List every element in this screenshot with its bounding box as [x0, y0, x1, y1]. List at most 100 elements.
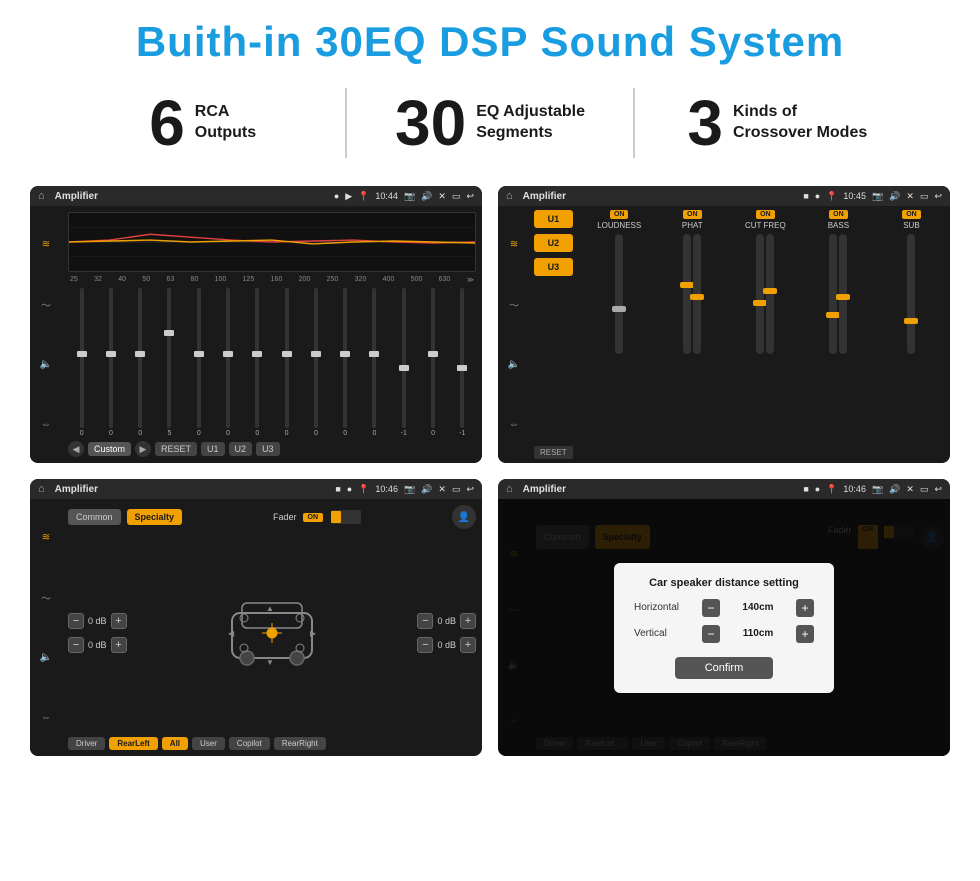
horizontal-plus-button[interactable]: + [796, 599, 814, 617]
specialty-button[interactable]: Specialty [127, 509, 183, 525]
eq-prev-button[interactable]: ◀ [68, 441, 84, 457]
u1-button[interactable]: U1 [534, 210, 573, 228]
vertical-plus-button[interactable]: + [796, 625, 814, 643]
eq-slider-11[interactable]: 0 [361, 288, 388, 437]
fader-db-control-4: − 0 dB + [417, 637, 476, 653]
eq-slider-7[interactable]: 0 [244, 288, 271, 437]
eq-slider-4[interactable]: 5 [156, 288, 183, 437]
amp-sidebar-speaker-icon[interactable]: 🔈 [503, 354, 525, 376]
sub-label: SUB [903, 221, 919, 230]
eq-dot1: ● [334, 191, 339, 201]
svg-text:◀: ◀ [228, 629, 235, 638]
eq-pin-icon: 📍 [358, 191, 369, 202]
fader-home-icon[interactable]: ⌂ [38, 483, 45, 495]
eq-sidebar-speaker-icon[interactable]: 🔈 [35, 354, 57, 376]
fader-db2-minus[interactable]: − [68, 637, 84, 653]
horizontal-minus-button[interactable]: − [702, 599, 720, 617]
amp-sidebar-wave-icon[interactable]: 〜 [503, 293, 525, 315]
dialog-time: 10:46 [843, 484, 866, 494]
u2-button[interactable]: U2 [534, 234, 573, 252]
fader-cam-icon: 📷 [404, 484, 415, 495]
eq-slider-2[interactable]: 0 [97, 288, 124, 437]
dialog-title: Car speaker distance setting [634, 577, 814, 589]
fader-db2-value: 0 dB [88, 640, 107, 650]
stat-rca-text: RCAOutputs [195, 102, 256, 144]
common-button[interactable]: Common [68, 509, 121, 525]
eq-sidebar-expand-icon[interactable]: ⇔ [35, 414, 57, 436]
fader-db1-value: 0 dB [88, 616, 107, 626]
confirm-button[interactable]: Confirm [675, 657, 774, 679]
cutfreq-slider-g[interactable] [766, 234, 774, 354]
phat-slider-f[interactable] [693, 234, 701, 354]
eq-slider-12[interactable]: -1 [390, 288, 417, 437]
fader-db1-plus[interactable]: + [111, 613, 127, 629]
dialog-home-icon[interactable]: ⌂ [506, 483, 513, 495]
amp-screen: ⌂ Amplifier ■ ● 📍 10:45 📷 🔊 ✕ ▭ ↩ ≋ 〜 🔈 … [498, 186, 950, 463]
amp-back-icon[interactable]: ↩ [934, 191, 942, 202]
copilot-button[interactable]: Copilot [229, 737, 270, 750]
eq-sidebar-wave-icon[interactable]: 〜 [35, 293, 57, 315]
eq-slider-5[interactable]: 0 [185, 288, 212, 437]
fader-back-icon[interactable]: ↩ [466, 484, 474, 495]
fader-sidebar-wave-icon[interactable]: 〜 [35, 586, 57, 608]
eq-slider-14[interactable]: -1 [449, 288, 476, 437]
horizontal-label: Horizontal [634, 602, 694, 613]
eq-freq-labels: 2532405063 80100125160200 25032040050063… [68, 276, 476, 284]
eq-back-icon[interactable]: ↩ [466, 191, 474, 202]
cutfreq-slider-f[interactable] [756, 234, 764, 354]
eq-u2-button[interactable]: U2 [229, 442, 253, 456]
eq-slider-6[interactable]: 0 [214, 288, 241, 437]
u-buttons: U1 U2 U3 RESET [534, 210, 573, 459]
bass-slider-g[interactable] [839, 234, 847, 354]
vertical-minus-button[interactable]: − [702, 625, 720, 643]
eq-slider-9[interactable]: 0 [302, 288, 329, 437]
fader-rect-icon: ▭ [452, 484, 461, 495]
fader-db4-minus[interactable]: − [417, 637, 433, 653]
rearright-button[interactable]: RearRight [274, 737, 326, 750]
eq-reset-button[interactable]: RESET [155, 442, 197, 456]
eq-u3-button[interactable]: U3 [256, 442, 280, 456]
amp-sidebar-eq-icon[interactable]: ≋ [503, 233, 525, 255]
eq-slider-8[interactable]: 0 [273, 288, 300, 437]
stat-crossover-number: 3 [687, 91, 723, 155]
eq-app-name: Amplifier [55, 191, 328, 202]
fader-db2-plus[interactable]: + [111, 637, 127, 653]
rearleft-button[interactable]: RearLeft [109, 737, 157, 750]
fader-sidebar-speaker-icon[interactable]: 🔈 [35, 647, 57, 669]
fader-left-controls: − 0 dB + − 0 dB + [68, 613, 127, 653]
fader-db3-minus[interactable]: − [417, 613, 433, 629]
fader-db3-value: 0 dB [437, 616, 456, 626]
eq-slider-10[interactable]: 0 [332, 288, 359, 437]
amp-sidebar-expand-icon[interactable]: ⇔ [503, 414, 525, 436]
eq-next-button[interactable]: ▶ [135, 441, 151, 457]
fader-on-switch[interactable]: ON [303, 513, 324, 522]
eq-sidebar-eq-icon[interactable]: ≋ [35, 233, 57, 255]
fader-right-controls: − 0 dB + − 0 dB + [417, 613, 476, 653]
fader-sidebar-expand-icon[interactable]: ⇔ [35, 707, 57, 729]
eq-slider-1[interactable]: 0 [68, 288, 95, 437]
driver-button[interactable]: Driver [68, 737, 105, 750]
fader-db4-plus[interactable]: + [460, 637, 476, 653]
stat-rca-number: 6 [149, 91, 185, 155]
fader-db3-plus[interactable]: + [460, 613, 476, 629]
eq-sliders: 0 0 0 5 0 [68, 288, 476, 437]
sub-on-badge: ON [902, 210, 921, 219]
fader-sidebar-eq-icon[interactable]: ≋ [35, 526, 57, 548]
amp-home-icon[interactable]: ⌂ [506, 190, 513, 202]
amp-pin-icon: 📍 [826, 191, 837, 202]
dialog-back-icon[interactable]: ↩ [934, 484, 942, 495]
u3-button[interactable]: U3 [534, 258, 573, 276]
fader-db1-minus[interactable]: − [68, 613, 84, 629]
user-button[interactable]: User [192, 737, 225, 750]
eq-slider-13[interactable]: 0 [419, 288, 446, 437]
amp-dot1: ■ [803, 191, 808, 201]
all-button[interactable]: All [162, 737, 188, 750]
loudness-slider[interactable] [615, 234, 623, 354]
home-icon[interactable]: ⌂ [38, 190, 45, 202]
sub-slider-g[interactable] [907, 234, 915, 354]
eq-u1-button[interactable]: U1 [201, 442, 225, 456]
eq-custom-button[interactable]: Custom [88, 442, 131, 456]
eq-slider-3[interactable]: 0 [127, 288, 154, 437]
amp-reset-button[interactable]: RESET [534, 446, 573, 459]
eq-status-bar: ⌂ Amplifier ● ▶ 📍 10:44 📷 🔊 ✕ ▭ ↩ [30, 186, 482, 206]
